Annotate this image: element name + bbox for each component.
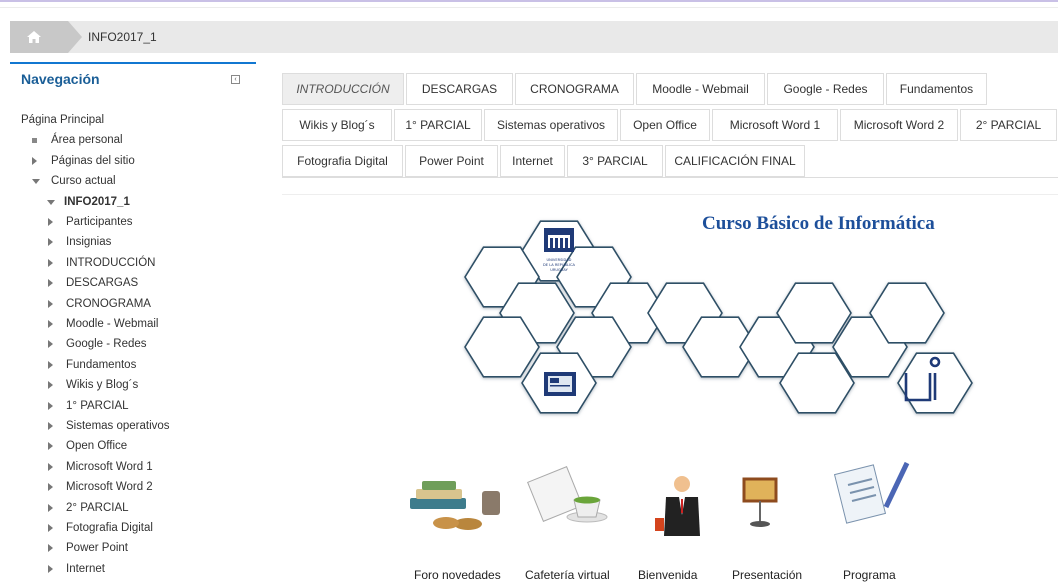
course-link-label[interactable]: Cafetería virtual xyxy=(525,568,610,582)
course-link-label[interactable]: Presentación xyxy=(732,568,802,582)
nav-item-label: 1° PARCIAL xyxy=(66,399,129,412)
tab-section[interactable]: DESCARGAS xyxy=(406,73,513,105)
expand-arrow-icon xyxy=(48,299,53,308)
document-pencil-icon[interactable] xyxy=(833,461,910,524)
svg-text:UNIVERSIDAD: UNIVERSIDAD xyxy=(547,258,572,262)
navigation-block: Navegación ‹ Página Principal Área person… xyxy=(10,62,256,575)
expand-arrow-icon xyxy=(48,544,53,553)
expand-arrow-icon xyxy=(48,360,53,369)
nav-item-label: Sistemas operativos xyxy=(66,420,170,432)
nav-item-label: Moodle - Webmail xyxy=(66,318,159,330)
newspaper-coffee-icon[interactable] xyxy=(527,466,608,523)
tab-section[interactable]: INTRODUCCIÓN xyxy=(282,73,404,105)
expand-arrow-icon xyxy=(48,218,53,226)
tab-section[interactable]: Internet xyxy=(500,145,565,177)
nav-item-label: Área personal xyxy=(51,134,123,147)
tab-section[interactable]: CRONOGRAMA xyxy=(515,73,634,105)
home-icon xyxy=(27,31,41,43)
expand-arrow-icon xyxy=(48,564,53,573)
nav-item-label: Internet xyxy=(66,562,105,575)
collapse-arrow-icon xyxy=(32,179,40,185)
nav-item-label: Fotografia Digital xyxy=(66,522,153,534)
banner-title: Curso Básico de Informática xyxy=(702,213,935,234)
expand-arrow-icon xyxy=(48,462,53,471)
course-link-label[interactable]: Foro novedades xyxy=(414,568,501,582)
expand-arrow-icon xyxy=(48,258,53,267)
navigation-title: Navegación xyxy=(21,71,100,87)
svg-text:URUGUAY: URUGUAY xyxy=(550,268,568,272)
nav-item-label: Microsoft Word 1 xyxy=(66,460,153,473)
tab-section[interactable]: Microsoft Word 2 xyxy=(840,109,958,141)
tab-section[interactable]: Google - Redes xyxy=(767,73,884,105)
course-link-label[interactable]: Bienvenida xyxy=(638,568,697,582)
hexagon-banner-graphic: UNIVERSIDAD DE LA REPÚBLICA URUGUAY xyxy=(410,220,973,536)
nav-item-label: Páginas del sitio xyxy=(51,154,135,167)
tab-section[interactable]: Power Point xyxy=(405,145,498,177)
nav-item-label: 2° PARCIAL xyxy=(66,501,129,514)
tab-section[interactable]: Microsoft Word 1 xyxy=(712,109,838,141)
nav-item-label: DESCARGAS xyxy=(66,277,139,290)
expand-arrow-icon xyxy=(48,340,53,349)
books-coffee-icon[interactable] xyxy=(410,481,500,530)
expand-arrow-icon xyxy=(48,422,53,430)
nav-item-label: CRONOGRAMA xyxy=(66,297,151,310)
computer-screen-logo xyxy=(544,372,576,396)
tab-section[interactable]: Sistemas operativos xyxy=(484,109,618,141)
businessman-icon[interactable] xyxy=(655,476,700,536)
nav-item-label: Power Point xyxy=(66,542,129,555)
nav-item-label: Curso actual xyxy=(51,175,116,188)
tab-section[interactable]: 2° PARCIAL xyxy=(960,109,1057,141)
course-link-label[interactable]: Programa xyxy=(843,568,896,582)
university-logo: UNIVERSIDAD DE LA REPÚBLICA URUGUAY xyxy=(543,228,575,272)
breadcrumb: INFO2017_1 xyxy=(10,21,1058,53)
tab-section[interactable]: 1° PARCIAL xyxy=(394,109,482,141)
tab-section[interactable]: Fotografia Digital xyxy=(282,145,403,177)
tab-section[interactable]: Open Office xyxy=(620,109,710,141)
tab-section[interactable]: Wikis y Blog´s xyxy=(282,109,392,141)
expand-arrow-icon xyxy=(48,238,53,247)
collapse-arrow-icon xyxy=(47,199,55,205)
nav-item-label: Microsoft Word 2 xyxy=(66,481,153,494)
breadcrumb-course[interactable]: INFO2017_1 xyxy=(88,30,157,44)
nav-item-label: Google - Redes xyxy=(66,338,147,351)
dock-icon[interactable]: ‹ xyxy=(231,75,240,84)
top-accent-line xyxy=(0,0,1058,8)
tab-section[interactable]: Fundamentos xyxy=(886,73,987,105)
nav-item-label: Insignias xyxy=(66,236,112,249)
nav-item-label: INTRODUCCIÓN xyxy=(66,256,156,269)
bullet-icon xyxy=(32,138,37,144)
expand-arrow-icon xyxy=(48,401,53,410)
nav-item-label: Participantes xyxy=(66,216,133,228)
expand-arrow-icon xyxy=(48,524,53,532)
expand-arrow-icon xyxy=(32,156,37,165)
tab-section[interactable]: 3° PARCIAL xyxy=(567,145,663,177)
nav-item-label: Open Office xyxy=(66,440,128,453)
nav-item-label: INFO2017_1 xyxy=(64,195,130,208)
nav-item-label: Página Principal xyxy=(21,114,105,126)
expand-arrow-icon xyxy=(48,381,53,390)
presentation-board-icon[interactable] xyxy=(742,477,778,527)
tab-section[interactable]: CALIFICACIÓN FINAL xyxy=(665,145,805,177)
tab-section[interactable]: Moodle - Webmail xyxy=(636,73,765,105)
expand-arrow-icon xyxy=(48,483,53,492)
course-banner: UNIVERSIDAD DE LA REPÚBLICA URUGUAY Curs… xyxy=(282,194,1058,582)
nav-item-label: Fundamentos xyxy=(66,358,137,371)
nav-item-label: Wikis y Blog´s xyxy=(66,379,139,392)
expand-arrow-icon xyxy=(48,442,53,451)
expand-arrow-icon xyxy=(48,279,53,288)
svg-text:DE LA REPÚBLICA: DE LA REPÚBLICA xyxy=(543,262,575,267)
breadcrumb-home[interactable] xyxy=(10,21,82,53)
expand-arrow-icon xyxy=(48,503,53,512)
expand-arrow-icon xyxy=(48,320,53,328)
